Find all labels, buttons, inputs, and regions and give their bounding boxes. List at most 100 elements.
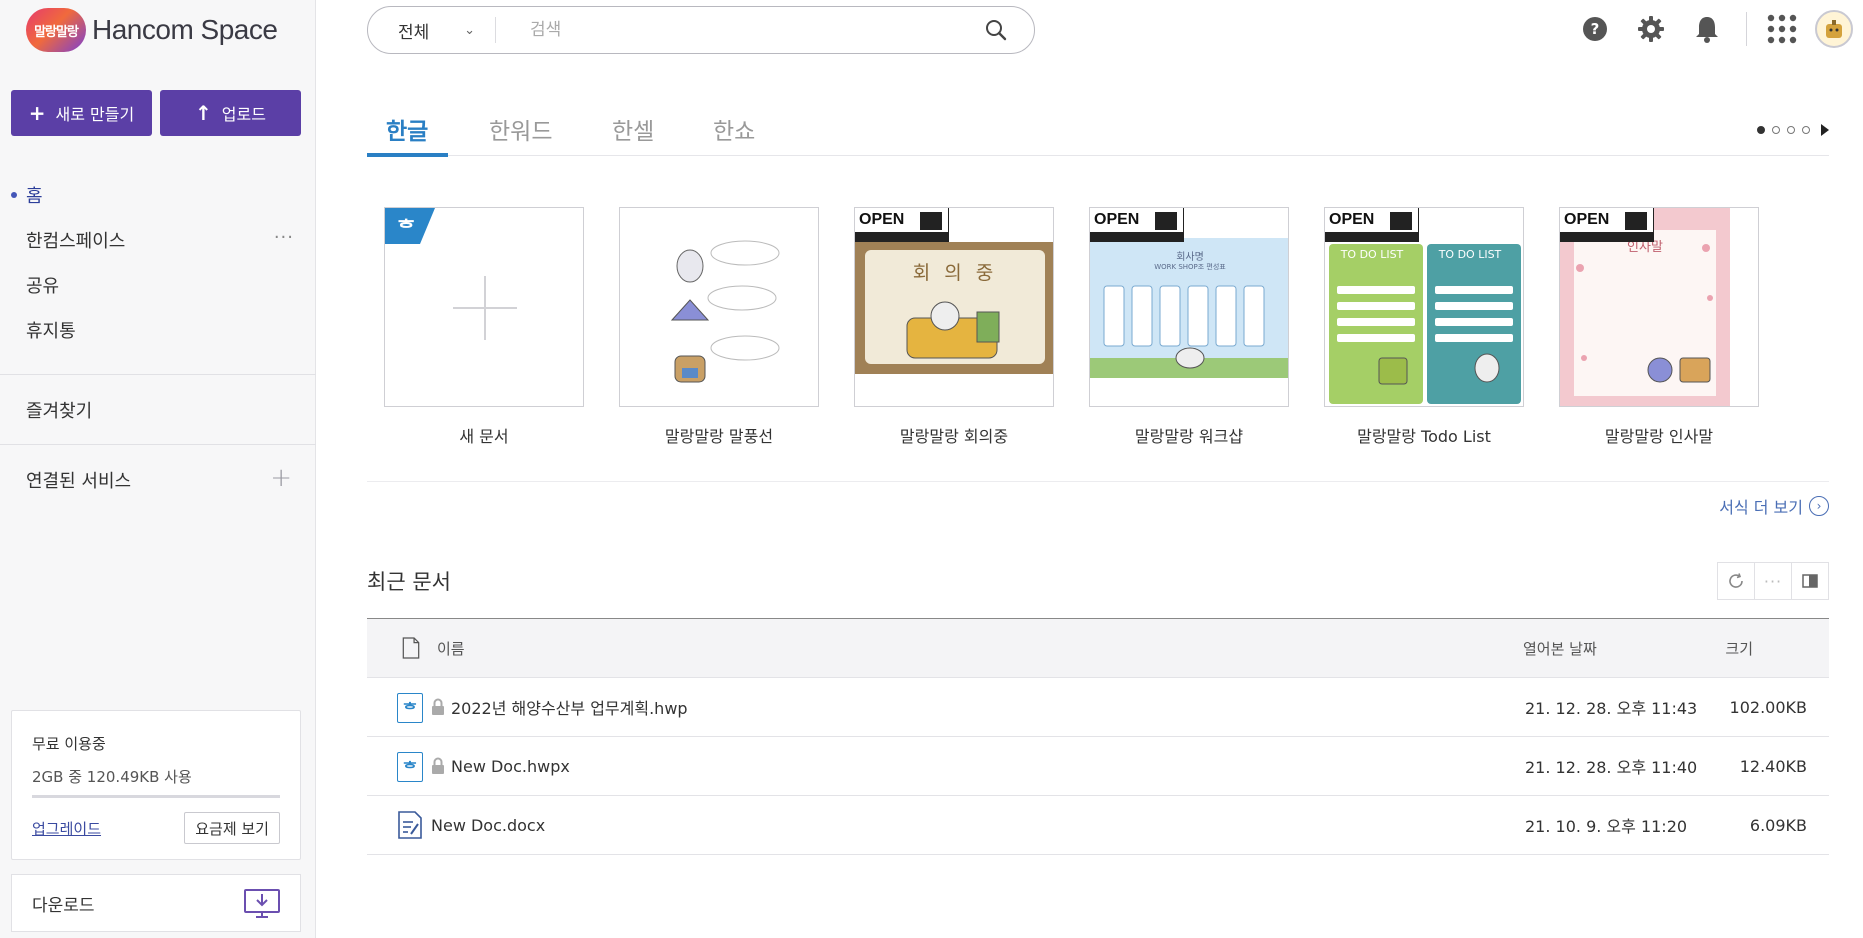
template-gallery: ᄒ 새 문서 말랑말랑 말풍선 회 의 중 OPEN 말랑말랑 회의중 회사명 … (384, 207, 1794, 447)
template-name: 말랑말랑 말풍선 (664, 427, 774, 446)
template-thumbnail (619, 207, 819, 407)
table-row[interactable]: ᄒ New Doc.hwpx 21. 12. 28. 오후 11:40 12.4… (367, 737, 1829, 796)
template-meeting[interactable]: 회 의 중 OPEN 말랑말랑 회의중 (854, 207, 1054, 447)
open-badge: OPEN (1090, 208, 1184, 242)
view-pricing-button[interactable]: 요금제 보기 (184, 812, 280, 844)
plus-icon (453, 276, 517, 340)
open-badge: OPEN (1325, 208, 1419, 242)
search-input[interactable] (496, 20, 984, 40)
plus-icon: + (28, 101, 46, 125)
template-pager (1757, 124, 1829, 136)
speech-balloon-illustration (670, 240, 780, 383)
help-button[interactable]: ? (1574, 8, 1616, 50)
file-size: 102.00KB (1729, 697, 1807, 717)
sidebar-item-home[interactable]: 홈 (0, 172, 316, 217)
file-name: New Doc.hwpx (451, 756, 570, 776)
file-size: 12.40KB (1739, 756, 1807, 776)
pager-dot[interactable] (1757, 126, 1765, 134)
avatar (1815, 10, 1853, 48)
sidebar-item-hancomspace[interactable]: 한컴스페이스 ··· (0, 217, 316, 262)
app-logo[interactable]: 말랑말랑 Hancom Space (26, 8, 278, 52)
chevron-down-icon: ⌄ (464, 22, 475, 38)
recent-toolbar: ··· (1717, 562, 1829, 600)
sidebar-item-label: 연결된 서비스 (26, 470, 132, 492)
open-badge: OPEN (1560, 208, 1654, 242)
template-thumbnail: 회사명 WORK SHOP조 편성표 OPEN (1089, 207, 1289, 407)
sidebar-item-shared[interactable]: 공유 (0, 262, 316, 307)
column-size[interactable]: 크기 (1725, 638, 1753, 659)
template-new-document[interactable]: ᄒ 새 문서 (384, 207, 584, 447)
more-options-icon[interactable]: ··· (274, 227, 294, 248)
sidebar-item-trash[interactable]: 휴지통 (0, 307, 316, 352)
template-thumb-title: 회사명 (1176, 252, 1204, 263)
toolbar-divider (1746, 12, 1747, 46)
template-thumb-title: TO DO LIST (1438, 248, 1502, 261)
badge-strip (1090, 232, 1183, 241)
recent-documents-table: 이름 열어본 날짜 크기 ᄒ 2022년 해양수산부 업무계획.hwp 21. … (367, 618, 1829, 855)
sidebar-item-label: 휴지통 (26, 320, 76, 342)
download-button[interactable]: 다운로드 (11, 874, 301, 932)
search-bar: 전체 ⌄ (367, 6, 1035, 54)
sidebar-item-favorites[interactable]: 즐겨찾기 (0, 387, 316, 432)
apps-button[interactable] (1761, 8, 1803, 50)
app-tabs: 한글 한워드 한셀 한쇼 (367, 104, 1829, 157)
template-thumbnail: 회 의 중 OPEN (854, 207, 1054, 407)
upgrade-link[interactable]: 업그레이드 (32, 818, 101, 839)
profile-button[interactable] (1813, 8, 1855, 50)
template-workshop[interactable]: 회사명 WORK SHOP조 편성표 OPEN 말랑말랑 워크샵 (1089, 207, 1289, 447)
pager-dot[interactable] (1787, 126, 1795, 134)
bell-icon (1696, 17, 1718, 43)
pager-dot[interactable] (1772, 126, 1780, 134)
pager-dot[interactable] (1802, 126, 1810, 134)
template-speech-balloon[interactable]: 말랑말랑 말풍선 (619, 207, 819, 447)
column-name[interactable]: 이름 (437, 638, 465, 659)
table-row[interactable]: ᄒ 2022년 해양수산부 업무계획.hwp 21. 12. 28. 오후 11… (367, 678, 1829, 737)
lock-icon (432, 757, 444, 774)
refresh-icon (1729, 573, 1743, 588)
open-badge-text: OPEN (1094, 211, 1140, 228)
template-todo-list[interactable]: TO DO LIST TO DO LIST OPEN 말랑말랑 Todo Lis… (1324, 207, 1524, 447)
tab-hancell[interactable]: 한셀 (612, 112, 654, 146)
file-size: 6.09KB (1749, 815, 1807, 835)
template-greeting[interactable]: 인사말 OPEN 말랑말랑 인사말 (1559, 207, 1759, 447)
file-name-cell: New Doc.hwpx (431, 757, 570, 776)
tab-hanword[interactable]: 한워드 (489, 112, 552, 146)
search-icon[interactable] (984, 18, 1008, 42)
new-button[interactable]: + 새로 만들기 (11, 90, 152, 136)
table-row[interactable]: New Doc.docx 21. 10. 9. 오후 11:20 6.09KB (367, 796, 1829, 855)
template-name: 말랑말랑 Todo List (1357, 427, 1491, 446)
template-thumbnail: TO DO LIST TO DO LIST OPEN (1324, 207, 1524, 407)
column-opened-date[interactable]: 열어본 날짜 (1523, 638, 1597, 659)
primary-actions: + 새로 만들기 ↑ 업로드 (11, 90, 301, 136)
sidebar-item-label: 공유 (26, 275, 60, 297)
sidebar-item-label: 홈 (26, 185, 43, 207)
sidebar-item-label: 한컴스페이스 (26, 230, 126, 252)
tab-hanshow[interactable]: 한쇼 (713, 112, 755, 146)
tab-hangul[interactable]: 한글 (386, 112, 428, 146)
upload-button-label: 업로드 (221, 105, 266, 124)
add-service-icon[interactable]: + (270, 463, 292, 493)
notifications-button[interactable] (1686, 8, 1728, 50)
template-thumbnail: 인사말 OPEN (1559, 207, 1759, 407)
badge-strip (855, 232, 948, 241)
file-name: New Doc.docx (431, 815, 546, 835)
search-scope-dropdown[interactable]: 전체 ⌄ (368, 17, 496, 43)
upload-button[interactable]: ↑ 업로드 (160, 90, 301, 136)
open-badge-text: OPEN (859, 211, 905, 228)
recent-documents-title: 최근 문서 (367, 570, 451, 594)
settings-button[interactable] (1630, 8, 1672, 50)
view-toggle-button[interactable] (1791, 562, 1829, 600)
template-thumb-title: 회 의 중 (912, 262, 998, 284)
table-header: 이름 열어본 날짜 크기 (367, 618, 1829, 678)
help-icon: ? (1583, 17, 1607, 41)
open-badge-text: OPEN (1564, 211, 1610, 228)
file-icon (402, 637, 420, 659)
more-templates-link[interactable]: 서식 더 보기 › (1719, 494, 1829, 518)
template-name: 말랑말랑 워크샵 (1134, 427, 1244, 446)
open-badge-text: OPEN (1329, 211, 1375, 228)
next-page-icon[interactable] (1821, 124, 1829, 136)
sidebar-item-connected-services[interactable]: 연결된 서비스 + (0, 457, 316, 502)
refresh-button[interactable] (1717, 562, 1755, 600)
more-options-icon: ··· (1763, 571, 1783, 591)
more-options-button[interactable]: ··· (1754, 562, 1792, 600)
